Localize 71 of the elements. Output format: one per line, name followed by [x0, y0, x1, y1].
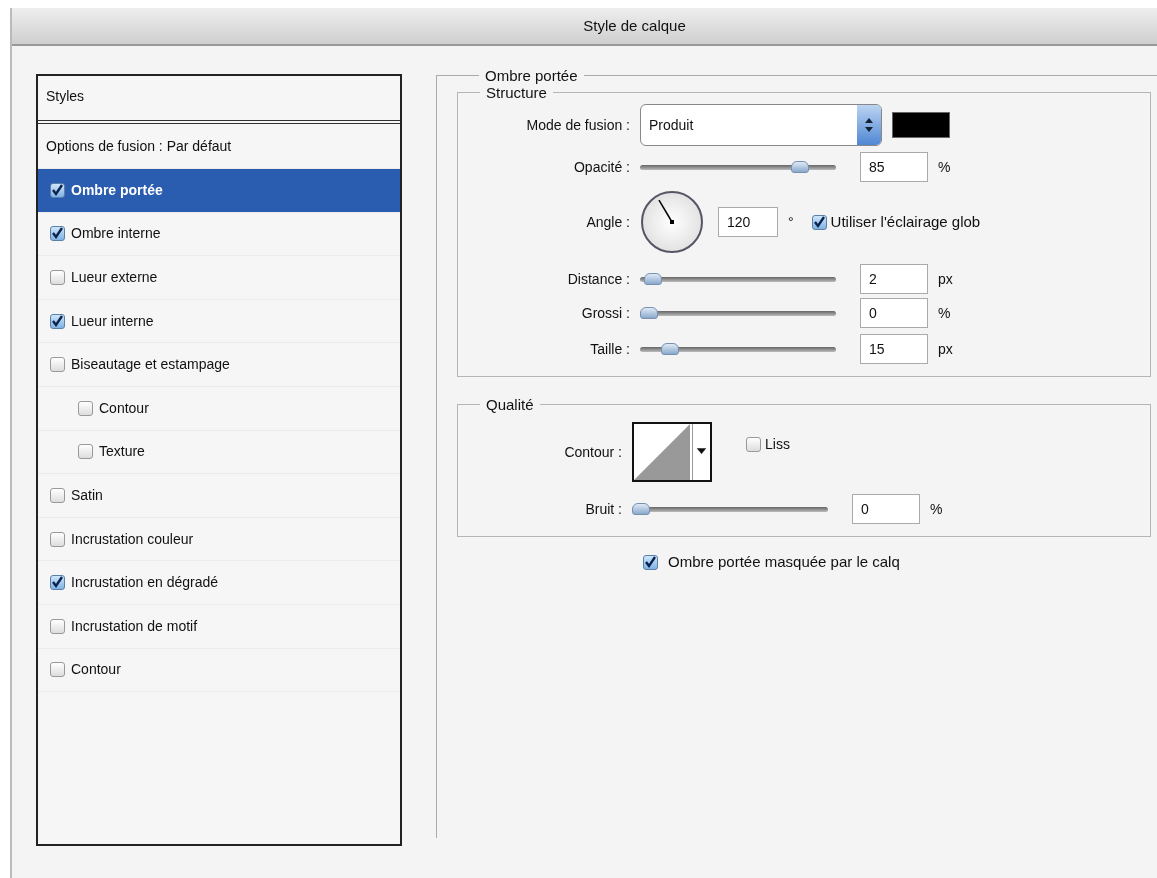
checkbox[interactable] — [811, 214, 827, 230]
number-field[interactable]: 85 — [860, 152, 928, 182]
checkbox[interactable] — [50, 357, 65, 373]
sidebar-item[interactable]: Contour — [38, 386, 400, 431]
group-title: Structure — [485, 85, 548, 100]
checkbox[interactable] — [78, 444, 93, 460]
checkbox[interactable] — [50, 531, 65, 547]
section-title: Ombre portée — [484, 68, 579, 83]
slider-thumb[interactable] — [632, 503, 650, 515]
checkbox[interactable] — [50, 662, 65, 678]
sidebar-item[interactable]: Incrustation couleur — [38, 517, 400, 562]
number-field[interactable]: 2 — [860, 264, 928, 294]
updown-arrows-icon — [857, 105, 881, 145]
checkbox[interactable] — [643, 554, 658, 570]
sidebar-item[interactable]: Lueur externe — [38, 256, 400, 300]
checkbox-label[interactable]: Liss — [765, 433, 790, 455]
field-label: Contour : — [563, 442, 622, 462]
unit-label: % — [938, 157, 951, 177]
color-swatch[interactable] — [892, 112, 950, 138]
angle-dial[interactable] — [640, 190, 704, 254]
checkbox[interactable] — [50, 618, 65, 634]
unit-label: ° — [788, 212, 794, 232]
slider-track[interactable] — [640, 307, 836, 319]
number-field[interactable]: 0 — [852, 494, 920, 524]
sidebar-item[interactable]: Contour — [38, 648, 400, 693]
unit-label: % — [938, 303, 951, 323]
field-label: Mode de fusion : — [525, 115, 630, 135]
sidebar-item[interactable]: Incrustation en dégradé — [38, 561, 400, 605]
slider-thumb[interactable] — [661, 343, 680, 355]
slider-thumb[interactable] — [643, 273, 662, 285]
slider-thumb[interactable] — [791, 161, 810, 173]
sidebar-item[interactable]: Lueur interne — [38, 299, 400, 344]
checkbox[interactable] — [746, 436, 761, 452]
blend-mode-dropdown[interactable]: Produit — [640, 104, 882, 146]
checkbox[interactable] — [50, 270, 65, 285]
sidebar-item[interactable]: Incrustation de motif — [38, 604, 400, 649]
field-label: Taille : — [589, 339, 630, 359]
group-title: Qualité — [485, 397, 535, 412]
checkbox-label[interactable]: Ombre portée masquée par le calq — [668, 551, 900, 574]
unit-label: px — [938, 269, 953, 289]
sidebar-item[interactable]: Biseautage et estampage — [38, 343, 400, 387]
number-field[interactable]: 15 — [860, 334, 928, 364]
checkbox[interactable] — [50, 575, 65, 591]
checkbox[interactable] — [50, 313, 65, 329]
panel-header: Styles — [46, 88, 85, 104]
slider-track[interactable] — [640, 273, 836, 285]
slider-track[interactable] — [640, 343, 836, 355]
checkbox-label[interactable]: Utiliser l'éclairage glob — [830, 210, 981, 234]
contour-curve-icon — [634, 424, 692, 480]
window-title: Style de calque — [583, 15, 686, 36]
sidebar-item[interactable]: Ombre interne — [38, 212, 400, 257]
contour-picker[interactable] — [632, 422, 712, 482]
field-label: Bruit : — [584, 499, 622, 519]
number-field[interactable]: 120 — [718, 207, 778, 237]
checkbox[interactable] — [78, 400, 93, 416]
unit-label: px — [938, 339, 953, 359]
slider-track[interactable] — [640, 161, 836, 173]
field-label: Grossi : — [580, 303, 630, 323]
checkbox[interactable] — [50, 226, 65, 242]
sidebar-item[interactable]: Ombre portée — [38, 169, 400, 213]
checkbox[interactable] — [50, 487, 65, 503]
slider-thumb[interactable] — [640, 307, 658, 319]
field-label: Distance : — [566, 269, 630, 289]
field-label: Angle : — [585, 212, 630, 232]
checkbox[interactable] — [50, 182, 65, 198]
unit-label: % — [930, 499, 943, 519]
number-field[interactable]: 0 — [860, 298, 928, 328]
slider-track[interactable] — [632, 503, 828, 515]
sidebar-item[interactable]: Texture — [38, 430, 400, 475]
sidebar-item[interactable]: Satin — [38, 474, 400, 518]
field-label: Opacité : — [572, 157, 630, 177]
